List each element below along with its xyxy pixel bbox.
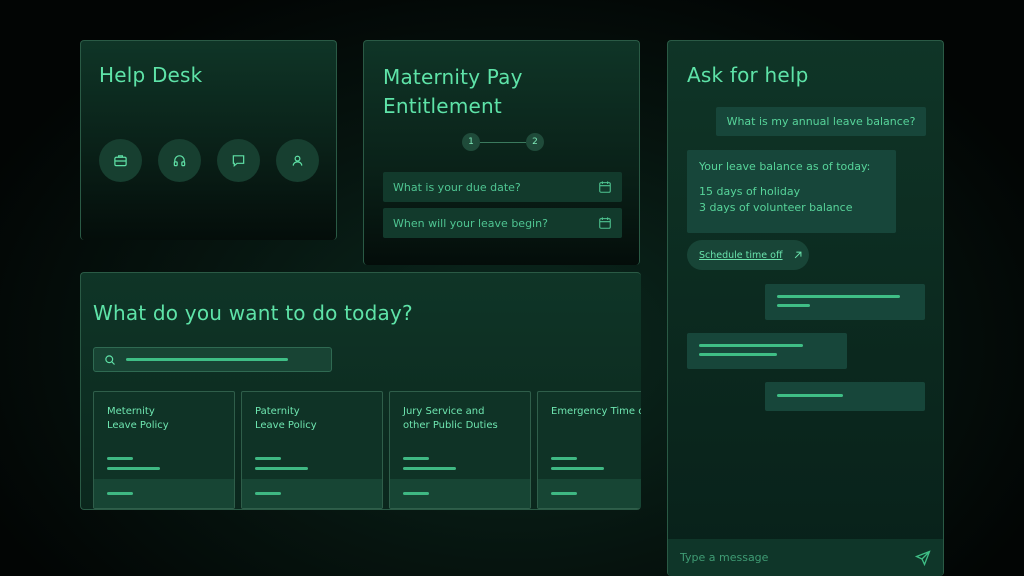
search-icon [105,354,115,365]
search-input[interactable] [93,347,332,372]
leave-begin-placeholder: When will your leave begin? [393,216,548,230]
message-text-line [777,304,810,307]
arrow-up-right-icon [794,251,801,259]
card-text-line [403,467,456,470]
policy-card-list: Meternity Leave Policy Paternity Leave P… [93,391,641,509]
maternity-title-line1: Maternity Pay [383,65,523,89]
step-2[interactable]: 2 [526,133,544,151]
card-text-line [107,467,160,470]
bot-message-placeholder-bubble [687,333,847,369]
schedule-time-off-button[interactable]: Schedule time off [687,240,809,270]
card-footer [94,479,234,508]
todo-panel: What do you want to do today? Meternity … [80,272,641,510]
card-footer [538,479,641,508]
user-message-placeholder-bubble [765,382,925,411]
card-footer [242,479,382,508]
ask-title: Ask for help [687,63,809,87]
card-text-line [255,457,281,460]
user-button[interactable] [276,139,319,182]
todo-title: What do you want to do today? [93,301,413,325]
card-footer [390,479,530,508]
card-footer-line [107,492,133,495]
maternity-title-line2: Entitlement [383,94,502,118]
card-text-line [551,467,604,470]
calendar-icon [599,217,611,229]
due-date-field[interactable]: What is your due date? [383,172,622,202]
headphones-icon [173,155,186,167]
maternity-pay-panel: Maternity Pay Entitlement 1 2 What is yo… [363,40,640,265]
chat-icon [232,155,245,167]
message-input[interactable] [680,551,880,564]
card-title: Paternity Leave Policy [255,406,317,431]
help-desk-title: Help Desk [99,63,203,87]
bot-reply-bubble: Your leave balance as of today: 15 days … [687,150,896,233]
ask-for-help-panel: Ask for help What is my annual leave bal… [667,40,944,576]
calendar-icon [599,181,611,193]
search-text-placeholder [126,358,288,361]
chat-button[interactable] [217,139,260,182]
card-emergency-time-off[interactable]: Emergency Time off [537,391,641,509]
card-text-line [403,457,429,460]
reply-heading: Your leave balance as of today: [699,160,871,173]
user-message-text: What is my annual leave balance? [726,115,916,128]
card-footer-line [255,492,281,495]
headphones-button[interactable] [158,139,201,182]
schedule-time-off-label: Schedule time off [699,249,783,261]
message-text-line [777,394,843,397]
card-maternity-leave-policy[interactable]: Meternity Leave Policy [93,391,235,509]
help-desk-icon-row [99,139,319,182]
leave-begin-field[interactable]: When will your leave begin? [383,208,622,238]
card-text-line [551,457,577,460]
card-text-line [107,457,133,460]
reply-line-volunteer: 3 days of volunteer balance [699,201,853,214]
reply-line-holiday: 15 days of holiday [699,185,801,198]
due-date-placeholder: What is your due date? [393,180,521,194]
step-1[interactable]: 1 [462,133,480,151]
card-title: Meternity Leave Policy [107,406,169,431]
card-title: Emergency Time off [551,406,641,417]
maternity-title: Maternity Pay Entitlement [383,63,523,121]
user-icon [292,155,303,166]
step-connector [480,141,526,143]
help-desk-panel: Help Desk [80,40,337,240]
card-footer-line [551,492,577,495]
card-text-line [255,467,308,470]
card-jury-service[interactable]: Jury Service and other Public Duties [389,391,531,509]
card-paternity-leave-policy[interactable]: Paternity Leave Policy [241,391,383,509]
stepper: 1 2 [462,133,544,151]
message-text-line [699,353,777,356]
message-text-line [699,344,803,347]
user-message-placeholder-bubble [765,284,925,320]
card-title: Jury Service and other Public Duties [403,406,498,431]
card-footer-line [403,492,429,495]
briefcase-icon [114,155,127,167]
message-text-line [777,295,900,298]
user-message-bubble: What is my annual leave balance? [716,107,926,136]
send-icon[interactable] [915,549,931,566]
briefcase-button[interactable] [99,139,142,182]
message-composer [668,539,943,576]
